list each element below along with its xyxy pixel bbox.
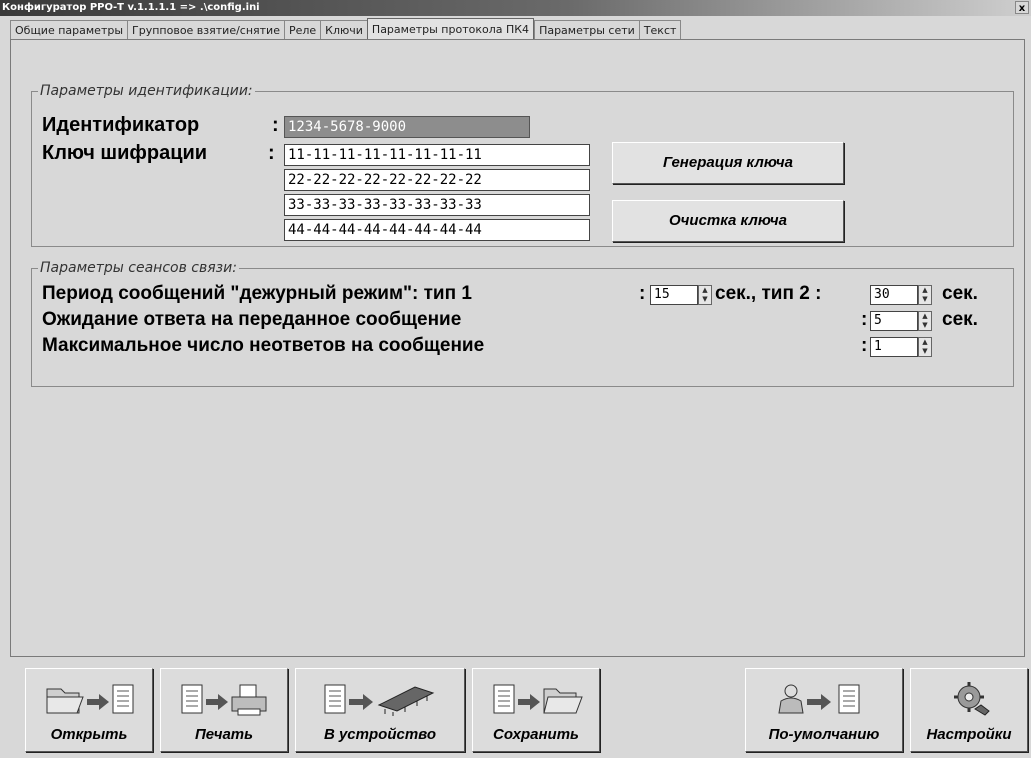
title-bar: Конфигуратор РРО-Т v.1.1.1.1 => .\config… xyxy=(0,0,1031,16)
spin-up-icon[interactable]: ▲ xyxy=(699,286,711,295)
save-label: Сохранить xyxy=(493,726,579,743)
to-device-label: В устройство xyxy=(323,726,437,743)
print-label: Печать xyxy=(194,726,254,743)
spin-down-icon[interactable]: ▼ xyxy=(699,295,711,304)
to-device-button[interactable]: В устройство xyxy=(295,668,465,752)
cipher-key-label: Ключ шифрации xyxy=(42,142,208,164)
print-button[interactable]: Печать xyxy=(160,668,288,752)
sec-type2-label: сек., тип 2 : xyxy=(715,283,822,304)
spin-down-icon[interactable]: ▼ xyxy=(919,295,931,304)
wait-arrows[interactable]: ▲ ▼ xyxy=(918,311,932,331)
save-button[interactable]: Сохранить xyxy=(472,668,600,752)
document-to-folder-icon xyxy=(473,679,599,719)
cipher-key-field-1[interactable]: 11-11-11-11-11-11-11-11 xyxy=(284,144,590,166)
max-value[interactable]: 1 xyxy=(870,337,918,357)
spin-up-icon[interactable]: ▲ xyxy=(919,286,931,295)
max-arrows[interactable]: ▲ ▼ xyxy=(918,337,932,357)
close-icon[interactable]: x xyxy=(1015,1,1029,14)
spin-up-icon[interactable]: ▲ xyxy=(919,338,931,347)
type2-sec-label: сек. xyxy=(942,283,978,304)
open-label: Открыть xyxy=(50,726,128,743)
period-label: Период сообщений "дежурный режим": тип 1 xyxy=(42,283,472,304)
wait-label: Ожидание ответа на переданное сообщение xyxy=(42,309,462,330)
identifier-field: 1234-5678-9000 xyxy=(284,116,530,138)
document-to-printer-icon xyxy=(161,679,287,719)
max-label: Максимальное число неответов на сообщени… xyxy=(42,335,485,356)
tab-network[interactable]: Параметры сети xyxy=(534,20,639,40)
engineer-to-document-icon xyxy=(746,679,902,719)
ident-group: Параметры идентификации: Идентификатор :… xyxy=(31,83,1014,247)
tab-panel: Параметры идентификации: Идентификатор :… xyxy=(10,39,1025,657)
settings-button[interactable]: Настройки xyxy=(910,668,1028,752)
gear-settings-icon xyxy=(911,679,1027,719)
cipher-key-field-3[interactable]: 33-33-33-33-33-33-33-33 xyxy=(284,194,590,216)
ident-legend: Параметры идентификации: xyxy=(38,83,255,99)
session-legend: Параметры сеансов связи: xyxy=(38,260,239,276)
period-colon: : xyxy=(639,283,646,304)
type2-spinner[interactable]: 30 ▲ ▼ xyxy=(870,285,932,305)
max-spinner[interactable]: 1 ▲ ▼ xyxy=(870,337,932,357)
tab-protocol-pk4[interactable]: Параметры протокола ПК4 xyxy=(366,18,535,40)
type2-value[interactable]: 30 xyxy=(870,285,918,305)
tab-text[interactable]: Текст xyxy=(638,20,682,40)
identifier-colon: : xyxy=(272,114,279,136)
type1-arrows[interactable]: ▲ ▼ xyxy=(698,285,712,305)
document-to-chip-icon xyxy=(296,679,464,719)
tab-relay[interactable]: Реле xyxy=(283,20,321,40)
generate-key-button[interactable]: Генерация ключа xyxy=(612,142,844,184)
open-button[interactable]: Открыть xyxy=(25,668,153,752)
spin-down-icon[interactable]: ▼ xyxy=(919,347,931,356)
tab-strip: Общие параметры Групповое взятие/снятие … xyxy=(10,18,682,40)
type2-arrows[interactable]: ▲ ▼ xyxy=(918,285,932,305)
cipher-key-field-4[interactable]: 44-44-44-44-44-44-44-44 xyxy=(284,219,590,241)
clear-key-button[interactable]: Очистка ключа xyxy=(612,200,844,242)
type1-spinner[interactable]: 15 ▲ ▼ xyxy=(650,285,712,305)
spin-down-icon[interactable]: ▼ xyxy=(919,321,931,330)
wait-sec-label: сек. xyxy=(942,309,978,330)
session-group: Параметры сеансов связи: Период сообщени… xyxy=(31,260,1014,387)
tab-general[interactable]: Общие параметры xyxy=(10,20,128,40)
tab-keys[interactable]: Ключи xyxy=(320,20,367,40)
window-title: Конфигуратор РРО-Т v.1.1.1.1 => .\config… xyxy=(2,2,260,13)
settings-label: Настройки xyxy=(926,726,1012,743)
cipher-key-field-2[interactable]: 22-22-22-22-22-22-22-22 xyxy=(284,169,590,191)
spin-up-icon[interactable]: ▲ xyxy=(919,312,931,321)
type1-value[interactable]: 15 xyxy=(650,285,698,305)
cipher-key-colon: : xyxy=(268,142,275,164)
identifier-label: Идентификатор xyxy=(42,114,200,136)
tab-group-arm[interactable]: Групповое взятие/снятие xyxy=(127,20,284,40)
wait-spinner[interactable]: 5 ▲ ▼ xyxy=(870,311,932,331)
wait-value[interactable]: 5 xyxy=(870,311,918,331)
max-colon: : xyxy=(861,335,868,356)
wait-colon: : xyxy=(861,309,868,330)
folder-to-document-icon xyxy=(26,679,152,719)
default-label: По-умолчанию xyxy=(768,726,880,743)
default-button[interactable]: По-умолчанию xyxy=(745,668,903,752)
